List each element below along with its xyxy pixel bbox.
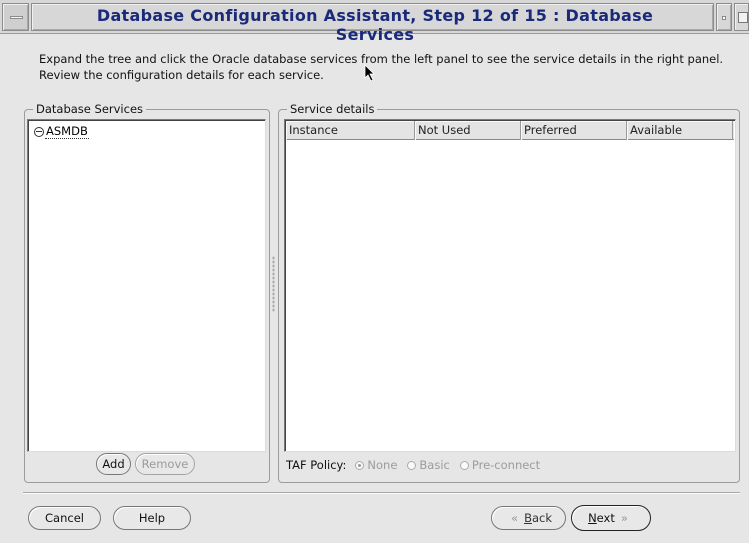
back-arrow-icon: «: [511, 511, 519, 525]
services-tree[interactable]: ASMDB: [27, 119, 266, 452]
taf-basic-radio[interactable]: Basic: [407, 458, 450, 472]
table-header: Instance Not Used Preferred Available: [286, 121, 734, 140]
footer-divider: [23, 492, 740, 494]
service-details-group: Service details Instance Not Used Prefer…: [278, 102, 740, 483]
tree-node-asmdb[interactable]: ASMDB: [34, 124, 89, 139]
window-menu-icon: [10, 16, 23, 19]
back-mnemonic: B: [524, 511, 532, 525]
radio-icon: [459, 460, 469, 470]
database-services-title: Database Services: [33, 102, 147, 116]
taf-preconnect-radio[interactable]: Pre-connect: [459, 458, 541, 472]
help-button[interactable]: Help: [113, 506, 191, 530]
database-services-group: Database Services ASMDB Add Remove: [24, 102, 270, 483]
taf-preconnect-label: Pre-connect: [471, 458, 541, 472]
add-service-button[interactable]: Add: [96, 453, 131, 475]
column-header-available[interactable]: Available: [627, 121, 733, 140]
window-title: Database Configuration Assistant, Step 1…: [96, 6, 654, 44]
next-label-rest: ext: [596, 511, 615, 525]
remove-service-button[interactable]: Remove: [135, 453, 195, 475]
service-details-table[interactable]: Instance Not Used Preferred Available: [284, 119, 736, 452]
panel-splitter-handle[interactable]: [272, 256, 275, 312]
window-menu-button[interactable]: [2, 3, 29, 31]
column-header-preferred[interactable]: Preferred: [521, 121, 627, 140]
maximize-icon: [738, 12, 748, 23]
back-button[interactable]: « Back: [491, 506, 566, 530]
minimize-icon: [722, 16, 726, 20]
title-bar: Database Configuration Assistant, Step 1…: [0, 0, 749, 44]
column-header-not-used[interactable]: Not Used: [415, 121, 521, 140]
minimize-button[interactable]: [716, 3, 732, 31]
back-label-rest: ack: [531, 511, 552, 525]
taf-basic-label: Basic: [419, 458, 450, 472]
step-description: Expand the tree and click the Oracle dat…: [39, 51, 739, 83]
radio-selected-icon: [355, 460, 365, 470]
cancel-button[interactable]: Cancel: [28, 506, 101, 530]
mouse-pointer-icon: [364, 64, 375, 82]
next-button[interactable]: Next »: [571, 505, 651, 531]
taf-none-label: None: [367, 458, 398, 472]
maximize-button[interactable]: [734, 3, 749, 31]
tree-collapse-icon[interactable]: [34, 126, 44, 137]
column-header-instance[interactable]: Instance: [286, 121, 415, 140]
service-details-title: Service details: [287, 102, 378, 116]
tree-node-label[interactable]: ASMDB: [45, 124, 89, 139]
taf-policy-label: TAF Policy:: [286, 458, 347, 472]
taf-policy-group: TAF Policy: None Basic Pre-connect: [286, 458, 550, 472]
description-line-2: Review the configuration details for eac…: [39, 68, 324, 82]
next-arrow-icon: »: [620, 511, 628, 525]
next-mnemonic: N: [588, 511, 597, 525]
description-line-1: Expand the tree and click the Oracle dat…: [39, 52, 724, 66]
taf-none-radio[interactable]: None: [355, 458, 397, 472]
radio-icon: [407, 460, 417, 470]
